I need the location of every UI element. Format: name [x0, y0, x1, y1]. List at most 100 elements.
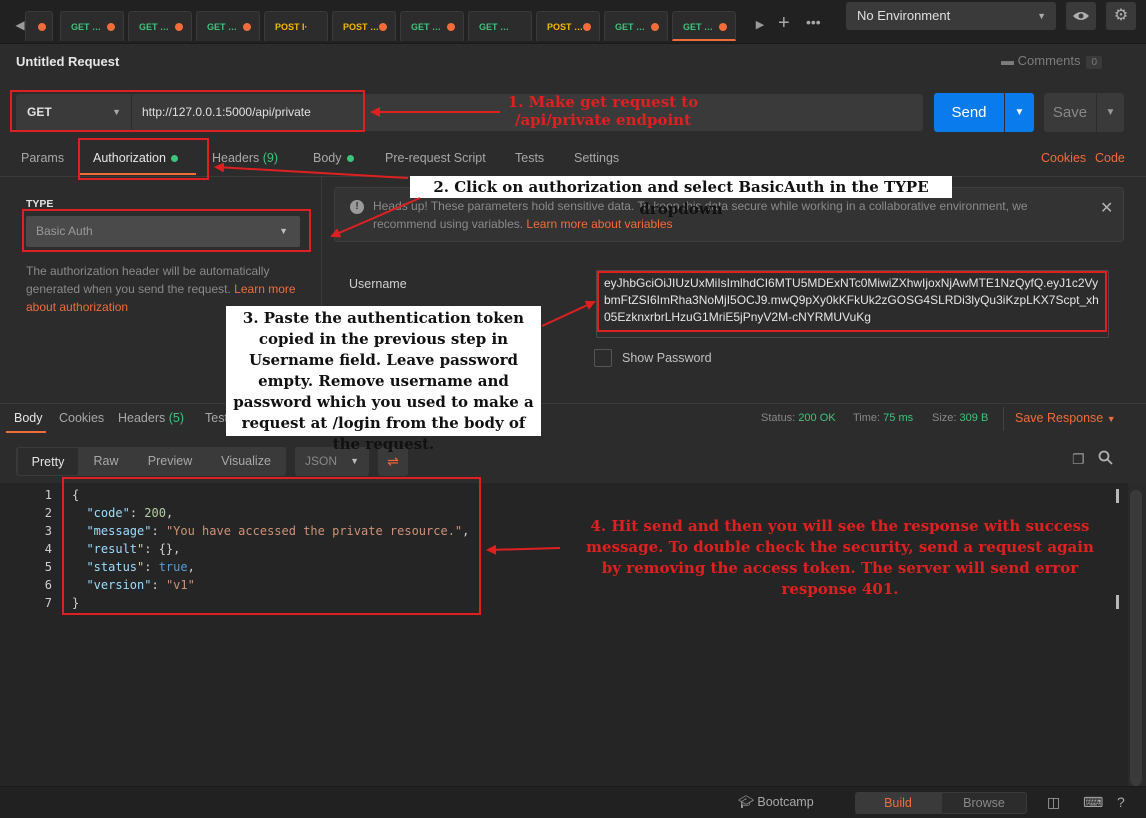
tab-headers-label: Headers: [212, 151, 260, 165]
unsaved-dot-icon: [719, 23, 727, 31]
response-headers-count: (5): [168, 411, 185, 425]
tab-options-icon[interactable]: •••: [806, 14, 821, 30]
show-password-label[interactable]: Show Password: [622, 351, 712, 365]
show-password-checkbox[interactable]: [594, 349, 612, 367]
tab-body[interactable]: Body: [313, 151, 354, 165]
graduation-cap-icon: 🎓︎: [738, 795, 754, 809]
comments-button[interactable]: ▬ Comments 0: [1001, 53, 1103, 69]
close-icon[interactable]: ✕: [1100, 198, 1113, 218]
tab-prerequest-script[interactable]: Pre-request Script: [385, 151, 486, 165]
request-tab-label: GET …: [479, 22, 510, 32]
line-number: 5: [44, 560, 52, 574]
request-tab-label: GET …: [411, 22, 442, 32]
size-value: 309 B: [959, 412, 989, 424]
copy-icon[interactable]: ❐: [1072, 451, 1085, 468]
annotation-box-type-select: [22, 209, 311, 252]
tab-params[interactable]: Params: [21, 151, 64, 165]
status-label: Status:: [761, 412, 796, 424]
unsaved-dot-icon: [243, 23, 251, 31]
chevron-down-icon: ▼: [1037, 11, 1046, 21]
response-tab-cookies[interactable]: Cookies: [59, 411, 104, 425]
save-button[interactable]: Save: [1044, 93, 1096, 132]
bootcamp-button[interactable]: 🎓︎ Bootcamp: [738, 795, 814, 810]
annotation-box-authorization-tab: [78, 138, 209, 180]
request-tab[interactable]: GET …: [400, 11, 464, 41]
environment-select[interactable]: No Environment ▼: [846, 2, 1056, 30]
save-options-button[interactable]: ▼: [1097, 93, 1124, 132]
unsaved-dot-icon: [175, 23, 183, 31]
tab-headers[interactable]: Headers (9): [212, 151, 278, 165]
gear-icon: ⚙: [1113, 7, 1129, 24]
request-tab[interactable]: GET …: [196, 11, 260, 41]
arrow-step-3: [541, 300, 596, 327]
new-tab-plus-icon[interactable]: +: [778, 12, 790, 35]
annotation-step-3: 3. Paste the authentication token copied…: [226, 306, 541, 453]
code-link[interactable]: Code: [1095, 151, 1125, 165]
response-status: Status: 200 OK: [761, 412, 836, 424]
request-title[interactable]: Untitled Request: [16, 54, 119, 69]
browse-mode-button[interactable]: Browse: [941, 792, 1027, 814]
request-tab[interactable]: POST I·: [264, 11, 328, 41]
editor-scroll-thumb[interactable]: [1130, 490, 1142, 786]
size-label: Size:: [932, 412, 957, 424]
unsaved-dot-icon: [447, 23, 455, 31]
request-tab-label: GET …: [71, 22, 102, 32]
send-button[interactable]: Send: [934, 93, 1004, 132]
request-tab-label: POST I·: [275, 22, 308, 32]
request-tab[interactable]: POST …: [536, 11, 600, 41]
request-tab[interactable]: POST …: [332, 11, 396, 41]
save-response-button[interactable]: Save Response ▼: [1015, 411, 1116, 425]
annotation-step-1: 1. Make get request to /api/private endp…: [507, 93, 699, 129]
cookies-link[interactable]: Cookies: [1041, 151, 1086, 165]
send-options-button[interactable]: ▼: [1005, 93, 1034, 132]
annotation-step-2: 2. Click on authorization and select Bas…: [410, 176, 952, 218]
manage-environments-button[interactable]: ⚙: [1106, 2, 1136, 30]
unsaved-dot-icon: [583, 23, 591, 31]
minimap-mark: [1116, 595, 1119, 609]
time-value: 75 ms: [883, 412, 914, 424]
build-mode-button[interactable]: Build: [855, 792, 941, 814]
line-number: 6: [44, 578, 52, 592]
two-pane-view-icon[interactable]: ◫: [1047, 794, 1060, 811]
view-preview-button[interactable]: Preview: [140, 447, 200, 476]
help-icon[interactable]: ?: [1117, 794, 1125, 810]
view-visualize-button[interactable]: Visualize: [214, 447, 278, 476]
line-number: 3: [44, 524, 52, 538]
search-icon[interactable]: [1098, 450, 1113, 469]
request-tab-label: GET …: [615, 22, 646, 32]
view-raw-button[interactable]: Raw: [84, 447, 128, 476]
headers-count: (9): [262, 151, 279, 165]
scroll-tabs-right-icon[interactable]: ▶: [750, 10, 770, 40]
response-tab-headers[interactable]: Headers (5): [118, 411, 184, 425]
tab-tests[interactable]: Tests: [515, 151, 544, 165]
wrap-icon: ⇌: [387, 453, 399, 469]
notice-text: Heads up! These parameters hold sensitiv…: [373, 197, 1073, 233]
annotation-step-4: 4. Hit send and then you will see the re…: [586, 517, 1094, 598]
save-response-label: Save Response: [1015, 411, 1104, 425]
tab-settings[interactable]: Settings: [574, 151, 619, 165]
request-tab[interactable]: [25, 11, 53, 41]
username-label: Username: [349, 277, 407, 291]
response-tab-body[interactable]: Body: [14, 411, 43, 425]
format-value: JSON: [305, 454, 338, 468]
view-pretty-button[interactable]: Pretty: [17, 447, 79, 476]
chevron-down-icon: ▼: [1105, 107, 1116, 118]
request-tab[interactable]: GET …: [468, 11, 532, 41]
minimap-mark: [1116, 489, 1119, 503]
divider: [1003, 407, 1004, 431]
request-tab[interactable]: GET …: [672, 11, 736, 41]
comment-icon: ▬: [1001, 53, 1014, 68]
time-label: Time:: [853, 412, 881, 424]
keyboard-shortcuts-icon[interactable]: ⌨: [1083, 794, 1103, 811]
request-tab[interactable]: GET …: [128, 11, 192, 41]
active-indicator-dot: [346, 155, 354, 163]
line-number: 1: [44, 488, 52, 502]
response-tab-headers-label: Headers: [118, 411, 166, 425]
auth-help-body: The authorization header will be automat…: [26, 264, 270, 296]
environment-quick-look-button[interactable]: [1066, 2, 1096, 30]
request-tab[interactable]: GET …: [60, 11, 124, 41]
annotation-box-username: [597, 271, 1107, 332]
request-tab-label: GET …: [207, 22, 238, 32]
request-tab[interactable]: GET …: [604, 11, 668, 41]
active-tab-underline: [6, 431, 46, 433]
